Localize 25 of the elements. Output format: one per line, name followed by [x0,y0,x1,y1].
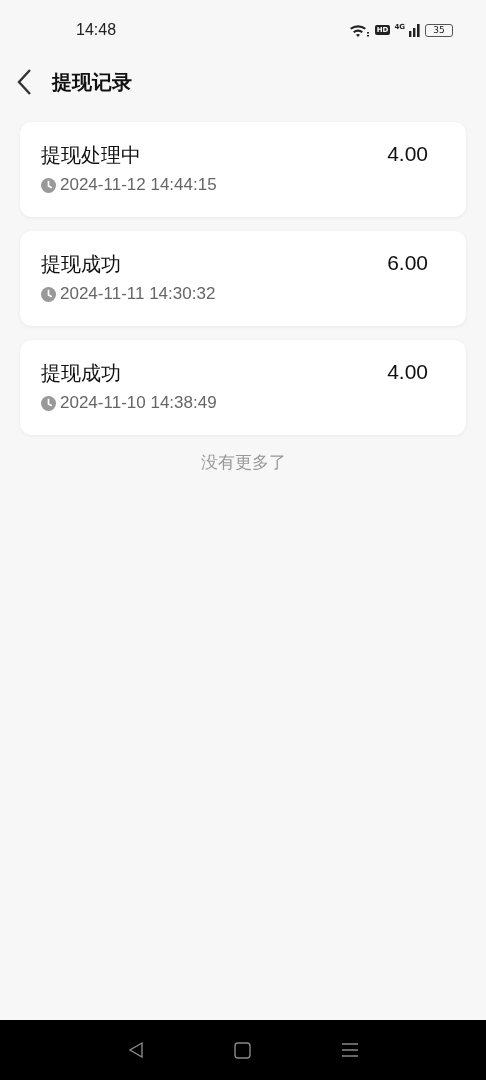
record-amount: 4.00 [387,360,428,384]
wifi-icon [348,23,369,37]
end-of-list-note: 没有更多了 [200,451,286,474]
battery-icon: 35 [425,23,453,37]
record-card[interactable]: 提现成功 2024-11-11 14:30:32 6.00 [20,231,466,326]
back-nav-icon[interactable] [127,1042,144,1058]
back-icon[interactable] [16,68,32,96]
record-status: 提现成功 [41,251,122,278]
record-time: 2024-11-12 14:44:15 [60,175,217,195]
clock-icon [41,177,56,193]
record-card[interactable]: 提现成功 2024-11-10 14:38:49 4.00 [20,340,466,435]
clock-icon [41,395,56,411]
status-time: 14:48 [76,21,117,39]
record-amount: 4.00 [387,142,428,166]
record-amount: 6.00 [387,251,428,275]
record-status: 提现处理中 [41,142,142,169]
record-time: 2024-11-11 14:30:32 [60,284,216,304]
record-status: 提现成功 [41,360,122,387]
home-nav-icon[interactable] [233,1041,251,1059]
menu-icon[interactable] [340,1042,359,1058]
record-time: 2024-11-10 14:38:49 [60,393,217,413]
signal-icon [409,23,421,37]
record-card[interactable]: 提现处理中 2024-11-12 14:44:15 4.00 [20,122,466,217]
page-title: 提现记录 [52,68,132,96]
clock-icon [41,286,56,302]
